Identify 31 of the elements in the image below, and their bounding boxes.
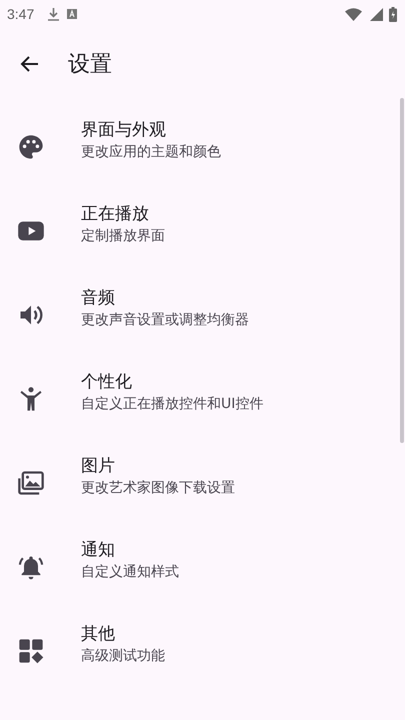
font-icon xyxy=(67,9,78,19)
item-subtitle: 自定义正在播放控件和UI控件 xyxy=(81,395,264,414)
settings-item[interactable]: 正在播放 定制播放界面 xyxy=(0,186,405,270)
item-subtitle: 高级测试功能 xyxy=(81,647,165,666)
item-title: 正在播放 xyxy=(81,203,150,226)
item-title: 音频 xyxy=(81,287,116,310)
item-title: 界面与外观 xyxy=(81,119,167,142)
item-subtitle: 更改艺术家图像下载设置 xyxy=(81,479,235,498)
item-subtitle: 自定义通知样式 xyxy=(81,563,179,582)
item-title: 图片 xyxy=(81,455,116,478)
wifi-icon xyxy=(345,8,362,20)
settings-item[interactable]: 其他 高级测试功能 xyxy=(0,606,405,690)
item-subtitle: 更改声音设置或调整均衡器 xyxy=(81,311,249,330)
item-title: 其他 xyxy=(81,623,116,646)
palette-icon xyxy=(17,133,45,161)
widgets-icon xyxy=(17,637,45,665)
battery-icon xyxy=(389,6,397,22)
settings-item[interactable]: 图片 更改艺术家图像下载设置 xyxy=(0,438,405,522)
item-title: 个性化 xyxy=(81,371,133,394)
item-title: 通知 xyxy=(81,539,116,562)
signal-icon xyxy=(370,8,383,20)
item-subtitle: 更改应用的主题和颜色 xyxy=(81,143,221,162)
item-subtitle: 定制播放界面 xyxy=(81,227,165,246)
settings-item[interactable]: 个性化 自定义正在播放控件和UI控件 xyxy=(0,354,405,438)
images-icon xyxy=(17,469,45,497)
status-time: 3:47 xyxy=(7,6,34,22)
settings-item[interactable]: 界面与外观 更改应用的主题和颜色 xyxy=(0,102,405,186)
settings-item[interactable]: 通知 自定义通知样式 xyxy=(0,522,405,606)
settings-item[interactable]: 音频 更改声音设置或调整均衡器 xyxy=(0,270,405,354)
download-icon xyxy=(48,8,60,20)
page-title: 设置 xyxy=(68,51,112,79)
